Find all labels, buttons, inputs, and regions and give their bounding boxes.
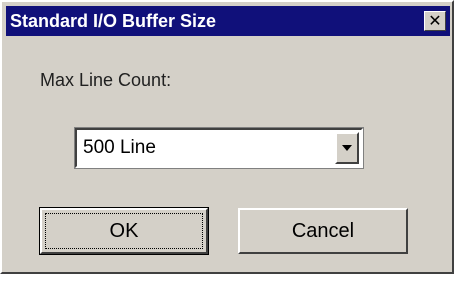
title-bar[interactable]: Standard I/O Buffer Size ✕ [6,6,450,36]
chevron-down-icon [342,145,352,151]
dropdown-button[interactable] [335,132,359,164]
window-title: Standard I/O Buffer Size [10,11,217,31]
cancel-button-label: Cancel [291,219,355,242]
max-line-count-value: 500 Line [83,137,156,158]
close-button[interactable]: ✕ [424,11,446,31]
close-icon: ✕ [428,11,442,30]
max-line-count-select[interactable]: 500 Line [74,127,364,169]
cancel-button[interactable]: Cancel [238,208,408,254]
ok-button[interactable]: OK [39,207,209,255]
buffer-size-dialog: Standard I/O Buffer Size ✕ Max Line Coun… [0,0,454,274]
focus-rectangle [45,213,203,249]
max-line-count-label: Max Line Count: [40,70,172,90]
